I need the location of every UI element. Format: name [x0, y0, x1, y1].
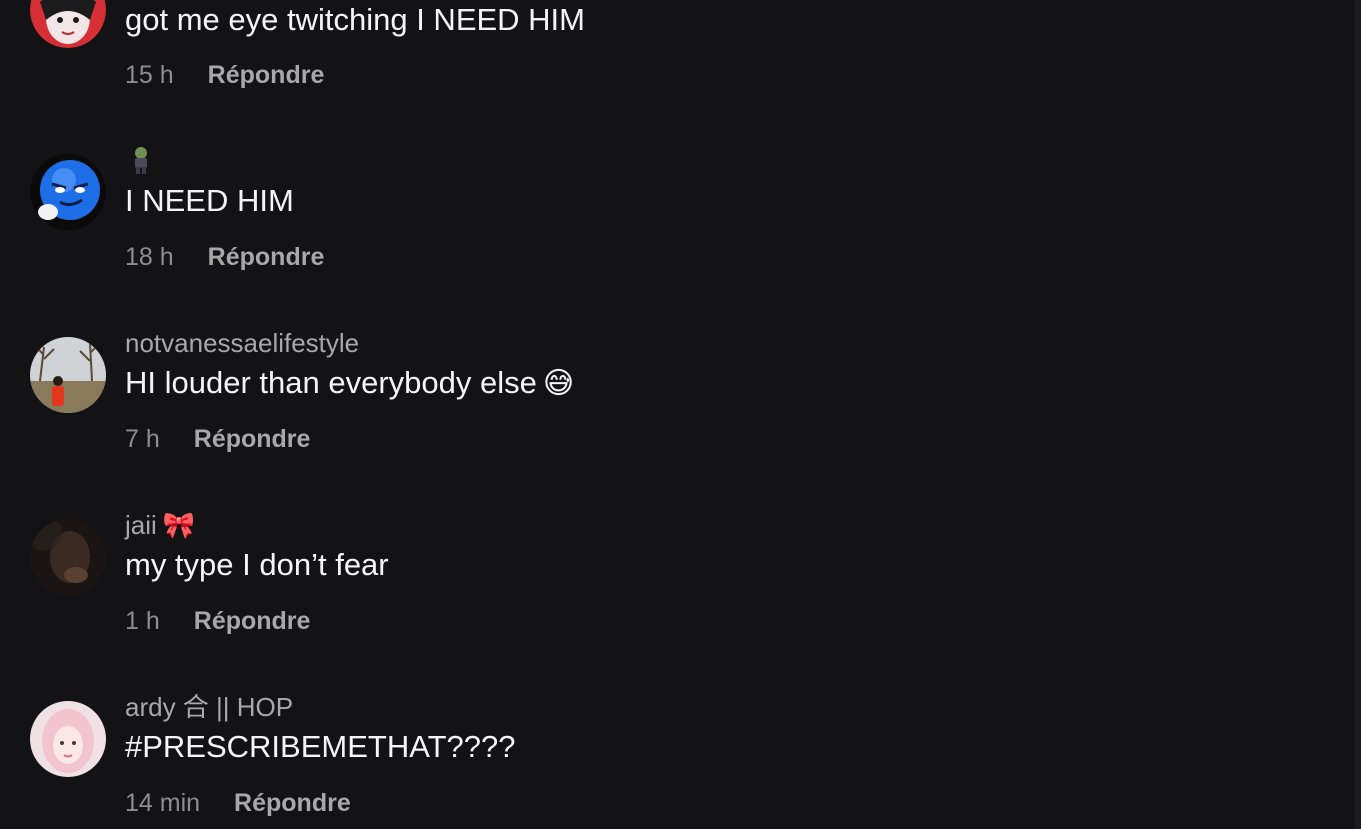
comment-time: 15 h: [125, 61, 174, 89]
comment-username-text: jaii: [125, 510, 157, 540]
pink-hair-avatar[interactable]: [30, 701, 106, 777]
comment-meta: 14 min Répondre: [125, 788, 351, 818]
outdoor-photo-avatar[interactable]: [30, 337, 106, 413]
comment-username[interactable]: jaii 🎀: [125, 510, 195, 540]
reply-button[interactable]: Répondre: [208, 61, 325, 89]
comment-text: my type I don’t fear: [125, 547, 389, 582]
reply-button[interactable]: Répondre: [234, 789, 351, 817]
comment-meta: 1 h Répondre: [125, 606, 310, 636]
blue-smiley-avatar[interactable]: [30, 154, 106, 230]
anime-girl-avatar[interactable]: [30, 0, 106, 48]
comment-time: 14 min: [125, 789, 201, 817]
dark-selfie-avatar[interactable]: [30, 519, 106, 595]
comment-meta: 15 h Répondre: [125, 60, 324, 90]
zombie-emoji-icon: [130, 146, 152, 174]
comment-text-content: HI louder than everybody else: [125, 365, 537, 400]
grinning-sweat-emoji-icon: 😅: [542, 367, 575, 400]
comment-text: I NEED HIM: [125, 183, 294, 218]
comments-page: got me eye twitching I NEED HIM 15 h Répo…: [0, 0, 1361, 829]
comment-text: HI louder than everybody else 😅: [125, 365, 574, 402]
comment-time: 18 h: [125, 243, 174, 271]
right-edge-divider: [1355, 0, 1361, 829]
reply-button[interactable]: Répondre: [208, 243, 325, 271]
comment-meta: 18 h Répondre: [125, 242, 324, 272]
comment-text: got me eye twitching I NEED HIM: [125, 2, 585, 37]
comment-meta: 7 h Répondre: [125, 424, 310, 454]
comment-username[interactable]: notvanessaelifestyle: [125, 328, 359, 358]
reply-button[interactable]: Répondre: [194, 425, 311, 453]
comment-username[interactable]: ardy 合 || HOP: [125, 692, 293, 722]
comment-time: 1 h: [125, 607, 160, 635]
comment-text: #PRESCRIBEMETHAT????: [125, 729, 516, 764]
comment-time: 7 h: [125, 425, 160, 453]
ribbon-emoji-icon: 🎀: [162, 510, 196, 540]
reply-button[interactable]: Répondre: [194, 607, 311, 635]
